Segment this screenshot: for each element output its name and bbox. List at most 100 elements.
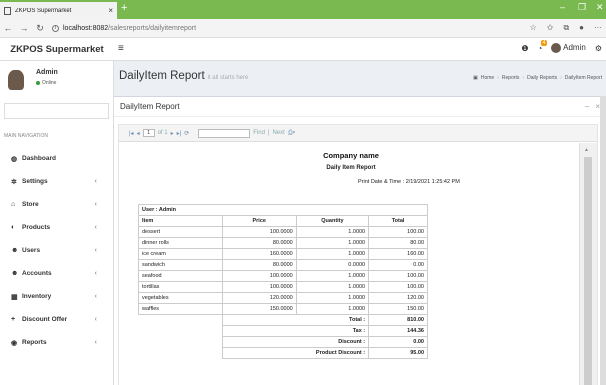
sidebar-item-reports[interactable]: ◉ Reports ‹ [0,331,113,354]
user-menu[interactable]: Admin [551,43,586,53]
forward-icon[interactable]: → [16,23,32,33]
summary-row: Total :810.00 [139,314,428,326]
find-link[interactable]: Find [253,130,265,136]
url-field[interactable]: i localhost:8082/salesreports/dailyitemr… [52,24,196,32]
scroll-up-icon[interactable]: ▲ [584,147,589,153]
sidebar-item-discount-offer[interactable]: + Discount Offer ‹ [0,308,113,331]
sidebar-item-dashboard[interactable]: ◍ Dashboard [0,147,113,170]
collections-icon[interactable]: ⧉ [563,23,569,33]
summary-row: Discount :0.00 [139,336,428,348]
reload-icon[interactable]: ↻ [32,23,48,34]
user-name: Admin [563,43,586,53]
bell-icon[interactable]: ◔ 4 [538,39,548,53]
summary-value: 810.00 [368,314,428,326]
page-number-input[interactable]: 1 [142,129,155,137]
summary-label: Product Discount : [221,347,370,359]
sidebar-item-label: Inventory [22,293,52,300]
brand-logo[interactable]: ZKPOS Supermarket [0,38,114,61]
cell-quantity: 1.0000 [295,226,370,238]
chevron-left-icon: ‹ [94,224,97,231]
find-input[interactable] [198,128,251,138]
sidebar-item-label: Accounts [22,270,52,277]
breadcrumb-home[interactable]: Home [481,75,494,81]
browser-tab[interactable]: ZKPOS Supermarket × [0,2,117,19]
gears-icon[interactable]: ⚙ [595,44,602,53]
first-page-icon[interactable]: |◂ [129,130,134,137]
sidebar-item-users[interactable]: ☻ Users ‹ [0,239,113,262]
minimize-icon[interactable]: – [560,2,565,12]
breadcrumb-current: DailyItem Report [564,75,602,81]
table-row: dessert 100.0000 1.0000 100.00 [138,226,428,238]
summary-value: 144.36 [368,325,428,337]
summary-label: Discount : [221,336,370,348]
report-scrollbar[interactable]: ▲ [579,143,597,385]
next-link[interactable]: Next [272,130,284,136]
star-icon[interactable]: ☆ [530,23,537,33]
table-header-row: Item Price Quantity Total [138,215,428,227]
sidebar-item-label: Discount Offer [22,316,68,323]
table-row: ice cream 160.0000 1.0000 160.00 [138,248,428,260]
cell-price: 100.0000 [221,226,297,238]
dashboard-icon: ◍ [11,155,18,163]
cell-item: ice cream [138,248,223,260]
close-window-icon[interactable]: ✕ [596,2,604,13]
maximize-icon[interactable]: ❐ [578,2,586,13]
sidebar-search-input[interactable] [4,103,109,119]
user-avatar [8,70,24,90]
sidebar-item-accounts[interactable]: ☻ Accounts ‹ [0,262,113,285]
sidebar-item-settings[interactable]: ✲ Settings ‹ [0,170,113,193]
refresh-icon[interactable]: ⟳ [184,130,189,137]
favorites-icon[interactable]: ✩ [547,23,554,33]
cell-item: waffles [138,303,223,315]
tab-close-icon[interactable]: × [108,6,113,15]
prev-page-icon[interactable]: ◂ [137,130,140,137]
collapse-icon[interactable]: – [585,102,589,111]
cell-quantity: 1.0000 [295,270,370,282]
address-bar: ← → ↻ i localhost:8082/salesreports/dail… [0,19,606,38]
cell-item: dinner rolls [138,237,223,249]
breadcrumb-daily-reports[interactable]: Daily Reports [527,75,557,81]
inventory-icon: ▦ [11,293,18,301]
table-row: vegetables 120.0000 1.0000 120.00 [138,292,428,304]
more-icon[interactable]: ··· [594,23,602,33]
summary-value: 0.00 [368,336,428,348]
breadcrumb-reports[interactable]: Reports [502,75,520,81]
back-icon[interactable]: ← [0,23,16,33]
cell-quantity: 1.0000 [295,303,370,315]
sidebar-item-label: Reports [22,339,47,346]
hamburger-menu-icon[interactable]: ≡ [118,43,124,54]
cell-quantity: 1.0000 [295,292,370,304]
avatar [551,43,562,53]
page-scrollbar[interactable] [600,96,606,385]
cell-quantity: 1.0000 [295,281,370,293]
summary-row: Product Discount :95.00 [139,347,428,359]
cell-total: 100.00 [368,270,428,282]
scroll-thumb[interactable] [584,157,592,385]
content-header: DailyItem Report it all starts here ▣ Hom… [114,61,606,96]
cell-total: 100.00 [368,281,428,293]
info-circle-icon[interactable]: ❶ [521,44,528,53]
store-icon: ⌂ [11,201,16,208]
users-icon: ☻ [11,247,19,254]
col-header: Quantity [295,215,370,227]
accounts-icon: ☻ [11,270,19,277]
last-page-icon[interactable]: ▸| [177,130,182,137]
sidebar-item-label: Products [22,224,51,231]
top-navbar: ≡ ❶ ◔ 4 Admin ⚙ [114,38,606,61]
profile-icon[interactable]: ● [579,23,584,33]
online-dot-icon [36,81,40,85]
table-row: seafood 100.0000 1.0000 100.00 [138,270,428,282]
info-icon[interactable]: i [52,24,59,32]
next-page-icon[interactable]: ▸ [171,130,174,137]
cell-price: 80.0000 [221,237,297,249]
chevron-left-icon: ‹ [94,247,97,254]
export-icon[interactable]: ⎙▾ [288,130,295,137]
table-row: sandwich 80.0000 0.0000 0.00 [138,259,428,271]
sidebar-item-inventory[interactable]: ▦ Inventory ‹ [0,285,113,308]
sidebar-item-store[interactable]: ⌂ Store ‹ [0,193,113,216]
sidebar-item-products[interactable]: ◐ Products ‹ [0,216,113,239]
new-tab-button[interactable]: + [121,2,127,14]
chevron-left-icon: ‹ [94,201,97,208]
home-icon: ▣ [473,75,478,81]
sidebar-item-label: Users [22,247,41,254]
